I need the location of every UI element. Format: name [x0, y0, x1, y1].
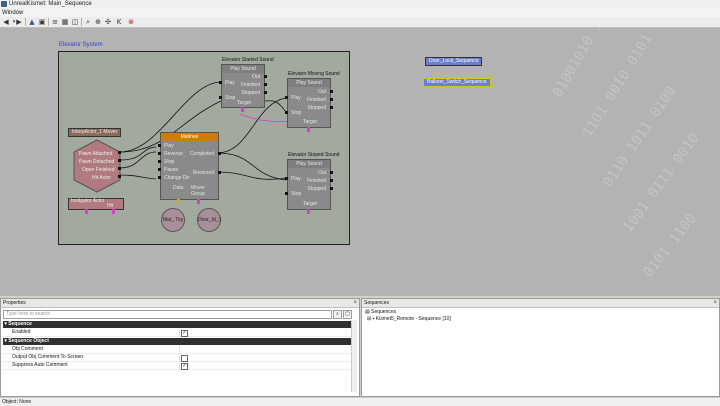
- pin-completed[interactable]: [218, 152, 221, 155]
- prop-row: Suppress Auto Comment ✓: [3, 362, 352, 370]
- play-sound-node-stopped[interactable]: Play Sound Play Stop Out Finished Stoppe…: [285, 159, 333, 214]
- pin-pawn-attached[interactable]: [118, 151, 121, 154]
- properties-scrollbar[interactable]: [351, 320, 357, 392]
- grid-icon[interactable]: ▦: [61, 18, 69, 26]
- node-header: Play Sound: [288, 160, 330, 168]
- pin-target[interactable]: [307, 209, 310, 214]
- pin-out[interactable]: [330, 90, 333, 93]
- pin-mover[interactable]: [197, 199, 200, 204]
- window-title: UnrealKismet: Main_Sequence: [9, 1, 92, 7]
- pin-finished[interactable]: [330, 98, 333, 101]
- pin-stopped[interactable]: [330, 187, 333, 190]
- prop-row: Output Obj Comment To Screen: [3, 354, 352, 362]
- door-lock-sequence[interactable]: Door_Lock_Sequence: [425, 57, 483, 66]
- output-comment-checkbox[interactable]: [181, 355, 188, 362]
- var-mat[interactable]: Mat_ Toy: [161, 208, 185, 232]
- category-sequence-object[interactable]: ▾ Sequence Object: [3, 338, 352, 345]
- interp-actor-label[interactable]: InterpActor_1 Mover: [68, 128, 122, 137]
- pin-instigator[interactable]: [85, 209, 88, 214]
- category-sequence[interactable]: ▾ Sequence: [3, 321, 352, 328]
- balloon-switch-sequence[interactable]: Balloon_Switch_Sequence: [423, 78, 491, 87]
- node-header: Play Sound: [222, 65, 264, 73]
- pin-out[interactable]: [264, 75, 267, 78]
- tools-icon[interactable]: ✣: [104, 18, 112, 26]
- menu-window[interactable]: Window: [2, 9, 23, 17]
- pin-stop[interactable]: [158, 160, 161, 163]
- node-header: Matinee: [161, 133, 218, 141]
- open-sequence-icon[interactable]: ▣: [38, 18, 46, 26]
- enabled-checkbox[interactable]: ✓: [181, 330, 188, 337]
- pin-stop[interactable]: [285, 192, 288, 195]
- search-icon[interactable]: ⌕: [333, 310, 342, 319]
- pin-hit-actor[interactable]: [118, 175, 121, 178]
- expand-icon[interactable]: ⊞: [367, 316, 371, 322]
- pin-reverse[interactable]: [158, 152, 161, 155]
- pin-open-finished[interactable]: [118, 167, 121, 170]
- tree-item[interactable]: ⊞ ▪ Kismet5_Remote - Sequence [10]: [367, 316, 451, 322]
- app-icon: [1, 1, 7, 7]
- pin-stopped[interactable]: [330, 106, 333, 109]
- properties-panel: Properties × Type here to search ⌕ ▢ ▾ Se…: [0, 298, 360, 397]
- back-arrow-icon[interactable]: ◀: [2, 18, 10, 26]
- pin-play[interactable]: [219, 81, 222, 84]
- sequence-icon: ▪: [372, 316, 375, 322]
- sequences-header: Sequences ×: [362, 299, 719, 308]
- rename-icon[interactable]: ≡: [51, 18, 59, 26]
- pin-pawn-detached[interactable]: [118, 159, 121, 162]
- pin-stop[interactable]: [285, 111, 288, 114]
- node-title-stopped-sound: Elevator Stoped Sound: [288, 152, 340, 158]
- matinee-node[interactable]: Matinee Play Reverse Stop Pause Change D…: [158, 132, 221, 204]
- search-input[interactable]: Type here to search: [3, 310, 332, 319]
- pin-pause[interactable]: [158, 168, 161, 171]
- forward-arrow-icon[interactable]: ▶: [15, 18, 23, 26]
- prop-row: Obj Comment: [3, 346, 352, 354]
- sequences-panel: Sequences × ▤ Sequences ⊞ ▪ Kismet5_Remot…: [361, 298, 720, 397]
- pin-play[interactable]: [285, 177, 288, 180]
- close-icon[interactable]: ×: [713, 299, 717, 307]
- parent-sequence-icon[interactable]: ▲: [28, 18, 36, 26]
- kismet-icon[interactable]: K: [115, 18, 123, 26]
- search-icon[interactable]: ⌕: [84, 18, 92, 26]
- pin-hit[interactable]: [112, 209, 115, 214]
- prop-row: Enabled ✓: [3, 329, 352, 337]
- tree-root[interactable]: ▤ Sequences: [365, 309, 396, 315]
- zoom-icon[interactable]: ⊕: [94, 18, 102, 26]
- interp-actor-vars: Instigator Actor Hit: [68, 198, 124, 210]
- clear-search-icon[interactable]: ▢: [343, 310, 352, 319]
- properties-header: Properties ×: [1, 299, 359, 308]
- pin-target[interactable]: [241, 107, 244, 112]
- delete-icon[interactable]: ⊗: [127, 18, 135, 26]
- pin-out[interactable]: [330, 171, 333, 174]
- kismet-canvas[interactable]: 01001010 1010 1101 0010 0101 0110 1011 0…: [0, 28, 720, 296]
- pin-data[interactable]: [177, 199, 180, 204]
- pin-play[interactable]: [285, 96, 288, 99]
- pin-play[interactable]: [158, 144, 161, 147]
- pin-reversed[interactable]: [218, 171, 221, 174]
- pin-change-dir[interactable]: [158, 176, 161, 179]
- var-door[interactable]: Door_Id_1: [197, 208, 221, 232]
- pin-finished[interactable]: [330, 179, 333, 182]
- pin-target[interactable]: [307, 127, 310, 132]
- play-sound-node-started[interactable]: Play Sound Play Stop Out Finished Stoppe…: [219, 64, 267, 112]
- pin-finished[interactable]: [264, 83, 267, 86]
- suppress-comment-checkbox[interactable]: ✓: [181, 363, 188, 370]
- play-sound-node-moving[interactable]: Play Sound Play Stop Out Finished Stoppe…: [285, 78, 333, 132]
- node-header: Play Sound: [288, 79, 330, 87]
- node-title-moving-sound: Elevator Moving Sound: [288, 71, 340, 77]
- node-title-started-sound: Elevator Started Sound: [222, 57, 274, 63]
- pin-stop[interactable]: [219, 96, 222, 99]
- toolbar: ◀ ▾ ▶ ▲ ▣ ≡ ▦ ◫ ⌕ ⊕ ✣ K ⊗: [0, 17, 720, 28]
- folder-icon: ▤: [365, 309, 370, 315]
- hide-connectors-icon[interactable]: ◫: [71, 18, 79, 26]
- event-hexagon[interactable]: [72, 138, 122, 194]
- pin-stopped[interactable]: [264, 91, 267, 94]
- close-icon[interactable]: ×: [353, 299, 357, 307]
